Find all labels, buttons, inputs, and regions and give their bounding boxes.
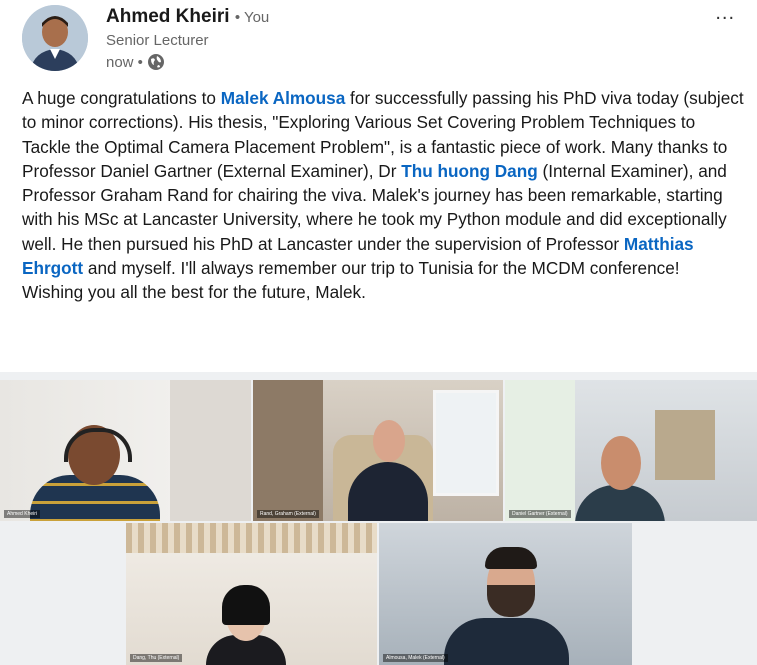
tile-label: Dang, Thu (External) [130,654,183,662]
author-name[interactable]: Ahmed Kheiri [106,6,230,27]
tile-label: Daniel Gartner (External) [509,510,571,518]
video-tile: Dang, Thu (External) [126,523,377,665]
mention-thu-huong-dang[interactable]: Thu huong Dang [401,161,538,181]
you-marker: • You [234,9,270,26]
post-image-video-call[interactable]: Ahmed Kheiri Rand, Graham (External) Dan… [0,372,757,665]
video-tile: Ahmed Kheiri [0,380,251,521]
video-tile: Almousa, Malek (External) [379,523,632,665]
text-part-4: and myself. I'll always remember our tri… [22,258,680,303]
mention-malek-almousa[interactable]: Malek Almousa [221,88,346,108]
globe-icon [147,54,164,70]
post-timestamp: now • [106,53,165,71]
text-part-1: A huge congratulations to [22,88,221,108]
video-tile: Daniel Gartner (External) [505,380,757,521]
video-tile: Rand, Graham (External) [253,380,503,521]
tile-label: Almousa, Malek (External) [383,654,448,662]
author-title: Senior Lecturer [106,32,209,49]
tile-label: Ahmed Kheiri [4,510,41,518]
post-text: A huge congratulations to Malek Almousa … [22,86,744,305]
more-dots-icon[interactable]: ... [715,2,735,25]
author-name-line: Ahmed Kheiri • You [106,6,269,28]
tile-label: Rand, Graham (External) [257,510,319,518]
time-label: now • [106,53,143,71]
avatar-portrait [22,5,88,71]
author-avatar[interactable] [22,5,88,71]
